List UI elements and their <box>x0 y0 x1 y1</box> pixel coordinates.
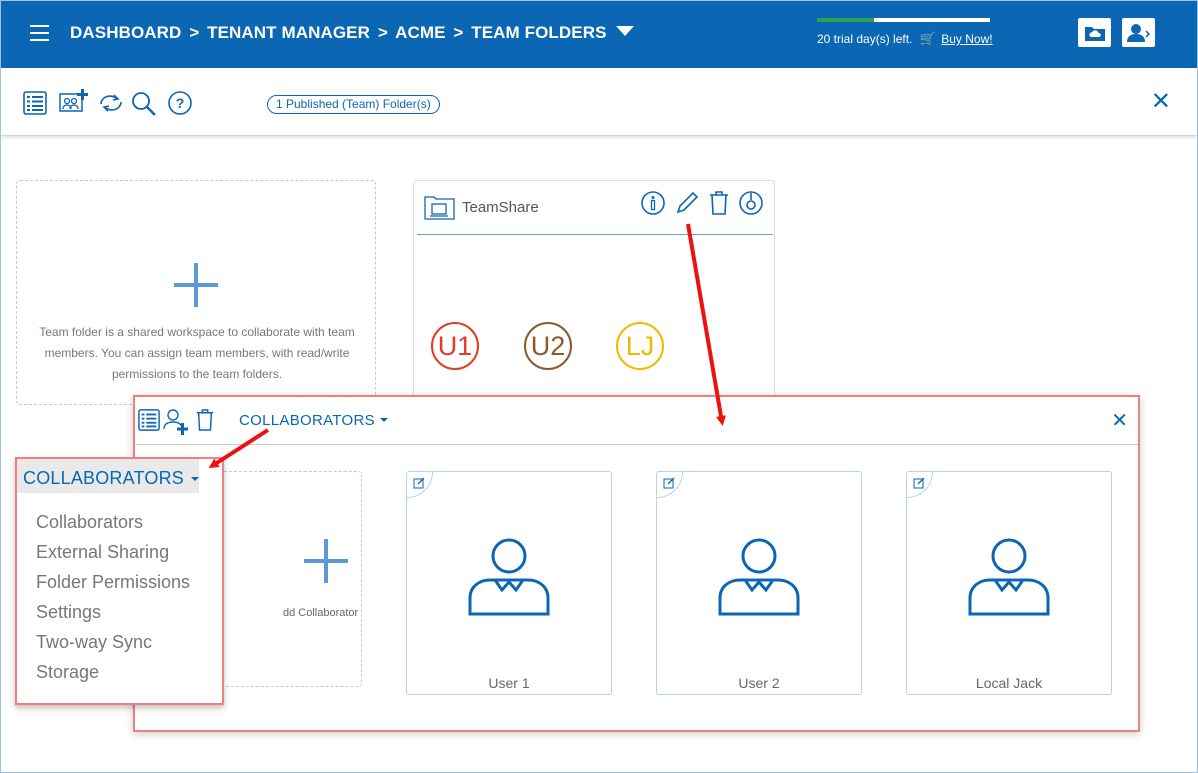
info-icon[interactable] <box>640 190 666 216</box>
add-collaborator-label: dd Collaborator <box>283 607 359 619</box>
collaborator-name: User 2 <box>738 675 780 691</box>
divider <box>417 234 773 235</box>
collaborator-card[interactable]: Local Jack <box>906 471 1112 695</box>
edit-icon <box>663 477 675 489</box>
add-user-icon[interactable] <box>163 408 189 436</box>
close-icon[interactable]: ✕ <box>1151 90 1171 114</box>
user-switch-icon <box>1126 23 1150 42</box>
menu-item-settings[interactable]: Settings <box>36 597 190 627</box>
panel-title: COLLABORATORS <box>239 412 375 429</box>
svg-text:?: ? <box>176 95 185 111</box>
menu-item-collaborators[interactable]: Collaborators <box>36 507 190 537</box>
list-view-icon[interactable] <box>23 91 47 115</box>
top-header: DASHBOARD > TENANT MANAGER > ACME > TEAM… <box>0 0 1198 68</box>
edit-corner[interactable] <box>907 472 933 498</box>
edit-icon <box>913 477 925 489</box>
view-dropdown-menu: COLLABORATORS Collaborators External Sha… <box>15 457 224 705</box>
folder-name: TeamShare <box>462 199 539 216</box>
dropdown-list: Collaborators External Sharing Folder Pe… <box>36 507 190 687</box>
team-folder-description: Team folder is a shared workspace to col… <box>39 325 355 381</box>
hamburger-menu-icon[interactable] <box>30 25 49 41</box>
breadcrumb-tenant-manager[interactable]: TENANT MANAGER <box>207 23 370 42</box>
caret-down-icon <box>379 418 388 422</box>
collaborator-name: User 1 <box>488 675 530 691</box>
team-folder-card[interactable]: TeamShare U1 U2 LJ <box>413 180 775 410</box>
trial-days-text: 20 trial day(s) left. <box>817 32 913 46</box>
close-icon[interactable]: ✕ <box>1111 408 1128 433</box>
toolbar: ? 1 Published (Team) Folder(s) ✕ <box>1 68 1197 136</box>
trash-icon[interactable] <box>195 408 215 432</box>
user-icon <box>968 538 1050 616</box>
published-folders-badge[interactable]: 1 Published (Team) Folder(s) <box>267 95 440 114</box>
breadcrumb-separator: > <box>189 23 200 42</box>
collaborator-card[interactable]: User 1 <box>406 471 612 695</box>
trash-icon[interactable] <box>708 190 730 216</box>
menu-item-external-sharing[interactable]: External Sharing <box>36 537 190 567</box>
edit-corner[interactable] <box>407 472 433 498</box>
cart-icon: 🛒 <box>919 31 936 46</box>
trial-status: 20 trial day(s) left. 🛒 Buy Now! <box>817 31 993 47</box>
help-icon[interactable]: ? <box>167 90 193 116</box>
avatar: U2 <box>524 322 572 370</box>
breadcrumb-team-folders[interactable]: TEAM FOLDERS <box>471 23 606 42</box>
new-team-folder-card[interactable]: Team folder is a shared workspace to col… <box>16 180 376 405</box>
user-account-button[interactable] <box>1122 18 1155 47</box>
collaborator-name: Local Jack <box>975 675 1043 691</box>
folder-cloud-icon <box>1084 26 1105 41</box>
menu-item-two-way-sync[interactable]: Two-way Sync <box>36 627 190 657</box>
edit-corner[interactable] <box>657 472 683 498</box>
collaborators-panel: COLLABORATORS ✕ dd Collaborator User 1 U… <box>133 395 1140 732</box>
buy-now-link[interactable]: Buy Now! <box>941 32 992 46</box>
caret-down-icon[interactable] <box>616 26 635 36</box>
panel-header: COLLABORATORS ✕ <box>135 397 1138 445</box>
list-view-icon[interactable] <box>138 409 160 431</box>
panel-view-selector[interactable]: COLLABORATORS <box>239 412 388 429</box>
menu-item-folder-permissions[interactable]: Folder Permissions <box>36 567 190 597</box>
breadcrumb-separator: > <box>377 23 388 42</box>
breadcrumb-acme[interactable]: ACME <box>395 23 445 42</box>
breadcrumb-separator: > <box>453 23 464 42</box>
trial-progress-bar <box>817 18 990 22</box>
sync-icon[interactable] <box>97 92 125 114</box>
avatar-initials: U1 <box>437 330 473 361</box>
avatar: LJ <box>616 322 664 370</box>
trial-progress-fill <box>817 18 875 22</box>
user-icon <box>468 538 550 616</box>
add-team-folder-icon[interactable] <box>59 88 89 114</box>
add-icon <box>304 539 348 583</box>
edit-pencil-icon[interactable] <box>674 190 700 216</box>
folder-icon <box>424 196 455 220</box>
edit-icon <box>413 477 425 489</box>
menu-item-storage[interactable]: Storage <box>36 657 190 687</box>
add-icon <box>174 263 218 307</box>
dropdown-toggle[interactable]: COLLABORATORS <box>17 459 199 493</box>
user-icon <box>718 538 800 616</box>
collaborator-card[interactable]: User 2 <box>656 471 862 695</box>
avatar-initials: LJ <box>625 330 655 361</box>
storage-gauge-icon[interactable] <box>738 190 764 216</box>
breadcrumb-dashboard[interactable]: DASHBOARD <box>70 23 181 42</box>
caret-down-icon <box>190 477 199 481</box>
search-icon[interactable] <box>131 91 157 117</box>
dropdown-title: COLLABORATORS <box>23 468 184 488</box>
folder-cloud-button[interactable] <box>1078 18 1111 47</box>
add-collaborator-card[interactable]: dd Collaborator <box>205 471 362 687</box>
breadcrumb: DASHBOARD > TENANT MANAGER > ACME > TEAM… <box>70 23 635 43</box>
avatar: U1 <box>431 322 479 370</box>
avatar-initials: U2 <box>530 330 566 361</box>
